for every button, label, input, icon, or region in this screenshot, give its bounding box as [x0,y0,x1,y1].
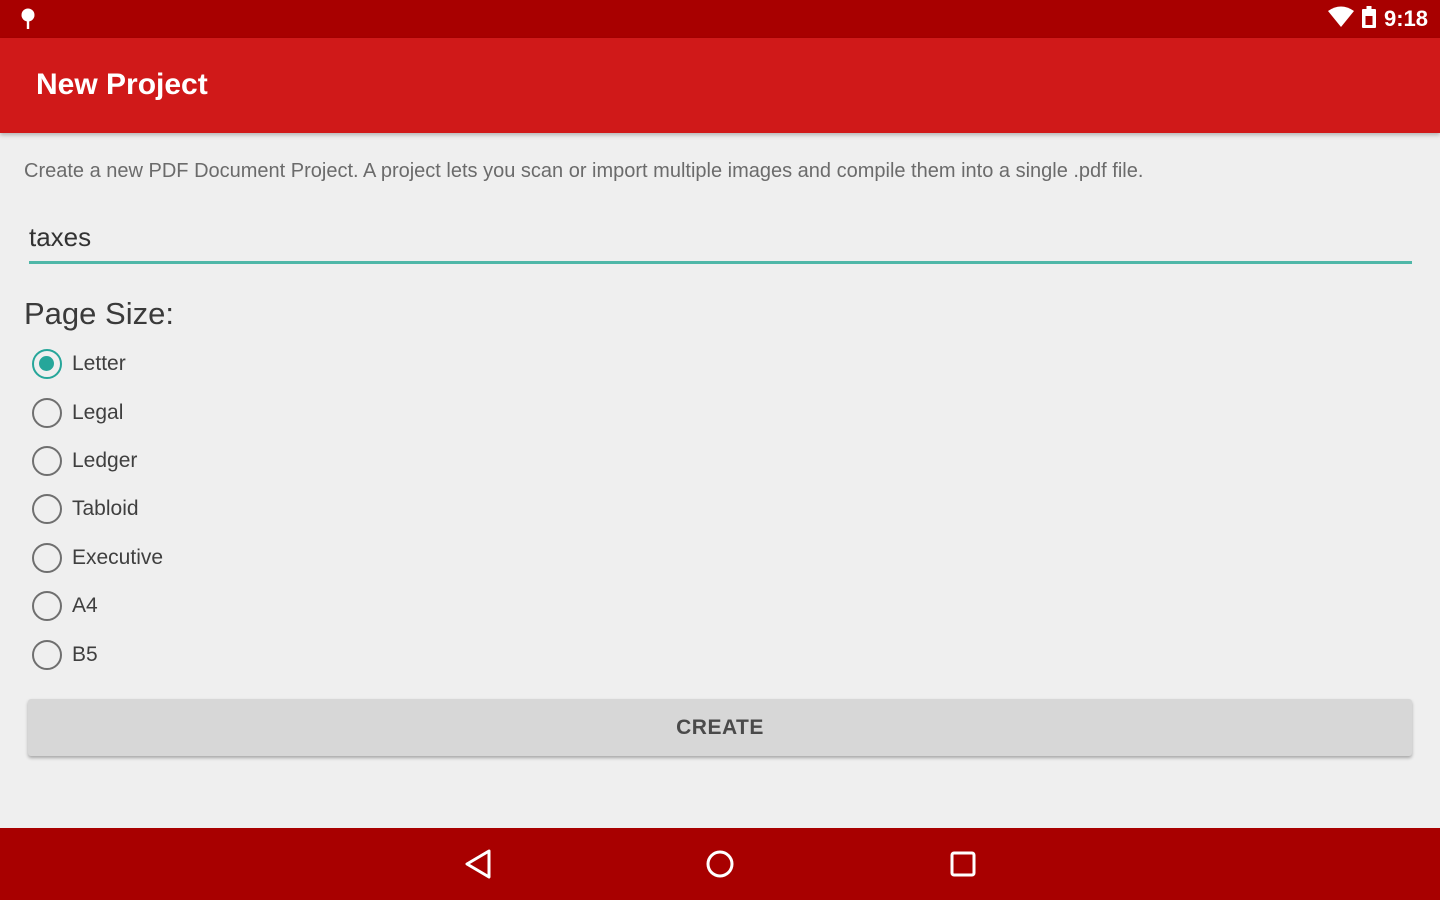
radio-label: Tabloid [72,497,139,521]
radio-label: Legal [72,400,124,424]
status-time: 9:18 [1383,6,1428,31]
status-bar: 9:18 [0,0,1440,38]
radio-a4[interactable]: A4 [32,582,432,630]
radio-button-checked[interactable] [32,349,62,380]
navigation-bar [0,828,1440,900]
status-indicators: 9:18 [1327,5,1428,33]
radio-label: Ledger [72,448,138,472]
radio-label: A4 [72,594,98,618]
page-size-radio-group: Letter Legal Ledger Tabloid Executive A4… [32,340,432,679]
radio-letter[interactable]: Letter [32,340,432,388]
page-size-label: Page Size: [24,296,174,331]
recents-icon[interactable] [940,842,986,886]
radio-label: Letter [72,352,126,376]
create-button[interactable]: CREATE [28,699,1412,756]
home-icon[interactable] [697,842,743,886]
radio-executive[interactable]: Executive [32,534,432,582]
page-title: New Project [36,68,208,101]
radio-legal[interactable]: Legal [32,388,432,436]
radio-ledger[interactable]: Ledger [32,437,432,485]
radio-button[interactable] [32,591,62,622]
notification-pin-icon [18,8,38,30]
back-icon[interactable] [455,842,501,886]
radio-button[interactable] [32,542,62,573]
radio-button[interactable] [32,639,62,670]
radio-label: B5 [72,642,98,666]
app-bar: New Project [0,38,1440,133]
radio-tabloid[interactable]: Tabloid [32,485,432,533]
battery-icon [1361,5,1376,33]
wifi-icon [1327,6,1354,33]
project-description: Create a new PDF Document Project. A pro… [24,160,1144,182]
project-name-input[interactable] [29,218,1412,264]
radio-button[interactable] [32,445,62,476]
radio-label: Executive [72,545,164,569]
radio-button[interactable] [32,397,62,428]
radio-b5[interactable]: B5 [32,630,432,678]
radio-button[interactable] [32,494,62,525]
